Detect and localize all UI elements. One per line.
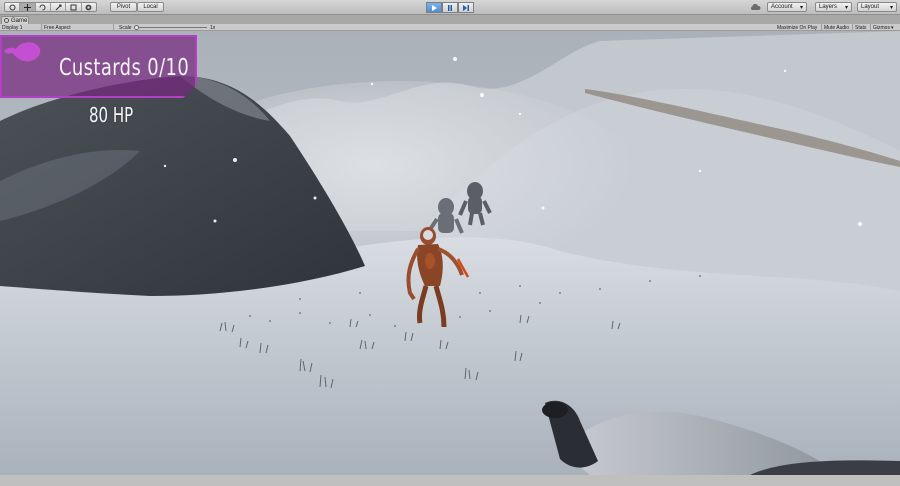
game-icon bbox=[4, 18, 9, 23]
editor-toolbar: Pivot Local Account ▾ Layers ▾ Layout ▾ bbox=[0, 0, 900, 15]
layers-dropdown[interactable]: Layers ▾ bbox=[815, 2, 852, 12]
aspect-dropdown[interactable]: Free Aspect bbox=[42, 24, 114, 31]
custards-label: Custards 0/10 bbox=[59, 55, 190, 81]
scale-slider-track[interactable] bbox=[137, 27, 207, 28]
rotate-icon bbox=[39, 4, 46, 10]
rotate-tool-button[interactable] bbox=[36, 3, 51, 11]
scale-value: 1x bbox=[210, 24, 216, 31]
move-tool-button[interactable] bbox=[20, 3, 36, 11]
tab-bar: Game bbox=[0, 15, 900, 24]
gizmos-label: Gizmos bbox=[873, 24, 890, 31]
maximize-label: Maximize On Play bbox=[777, 24, 818, 31]
local-toggle[interactable]: Local bbox=[137, 2, 164, 12]
layers-label: Layers bbox=[819, 4, 838, 10]
transform-icon bbox=[85, 4, 92, 10]
cloud-icon bbox=[750, 3, 760, 10]
move-icon bbox=[24, 3, 31, 11]
scale-tool-button[interactable] bbox=[51, 3, 67, 11]
health-label: 80 HP bbox=[89, 103, 134, 127]
chevron-down-icon: ▾ bbox=[890, 24, 894, 31]
layout-dropdown[interactable]: Layout ▾ bbox=[857, 2, 897, 12]
scale-slider-thumb[interactable] bbox=[134, 25, 139, 30]
mute-label: Mute Audio bbox=[824, 24, 850, 31]
game-view[interactable]: Custards 0/10 80 HP bbox=[0, 31, 900, 475]
cloud-button[interactable] bbox=[748, 2, 762, 12]
scale-label: Scale bbox=[119, 24, 132, 31]
bottom-strip bbox=[0, 475, 900, 486]
custards-counter-panel: Custards 0/10 bbox=[0, 35, 197, 98]
playback-controls bbox=[426, 2, 474, 13]
display-dropdown[interactable]: Display 1 bbox=[0, 24, 42, 31]
pause-button[interactable] bbox=[442, 2, 458, 13]
mute-audio-toggle[interactable]: Mute Audio bbox=[822, 24, 853, 31]
custard-icon bbox=[4, 42, 41, 62]
account-label: Account bbox=[771, 4, 793, 10]
hand-tool-button[interactable] bbox=[5, 3, 21, 11]
aspect-label: Free Aspect bbox=[44, 24, 71, 31]
game-view-toolbar: Display 1 Free Aspect Scale 1x Maximize … bbox=[0, 24, 900, 31]
transform-tool-button[interactable] bbox=[82, 3, 96, 11]
step-button[interactable] bbox=[458, 2, 474, 13]
tab-game-label: Game bbox=[11, 17, 28, 24]
transform-tools bbox=[4, 2, 97, 12]
play-icon bbox=[432, 4, 437, 11]
maximize-on-play-toggle[interactable]: Maximize On Play bbox=[775, 24, 822, 31]
pivot-label: Pivot bbox=[116, 4, 131, 10]
stats-toggle[interactable]: Stats bbox=[853, 24, 871, 31]
play-button[interactable] bbox=[426, 2, 442, 13]
step-icon bbox=[463, 4, 469, 11]
rect-tool-button[interactable] bbox=[66, 3, 82, 11]
chevron-down-icon: ▾ bbox=[844, 4, 848, 11]
gizmos-dropdown[interactable]: Gizmos ▾ bbox=[871, 24, 900, 31]
hand-icon bbox=[9, 4, 16, 10]
stats-label: Stats bbox=[855, 24, 867, 31]
rect-icon bbox=[70, 4, 77, 10]
display-label: Display 1 bbox=[2, 24, 23, 31]
tab-game[interactable]: Game bbox=[1, 16, 29, 24]
local-label: Local bbox=[143, 4, 158, 10]
pause-icon bbox=[448, 4, 452, 11]
pivot-toggle[interactable]: Pivot bbox=[110, 2, 137, 12]
chevron-down-icon: ▾ bbox=[889, 4, 893, 11]
scale-icon bbox=[55, 4, 62, 10]
account-dropdown[interactable]: Account ▾ bbox=[767, 2, 807, 12]
chevron-down-icon: ▾ bbox=[799, 4, 803, 11]
layout-label: Layout bbox=[861, 4, 880, 10]
